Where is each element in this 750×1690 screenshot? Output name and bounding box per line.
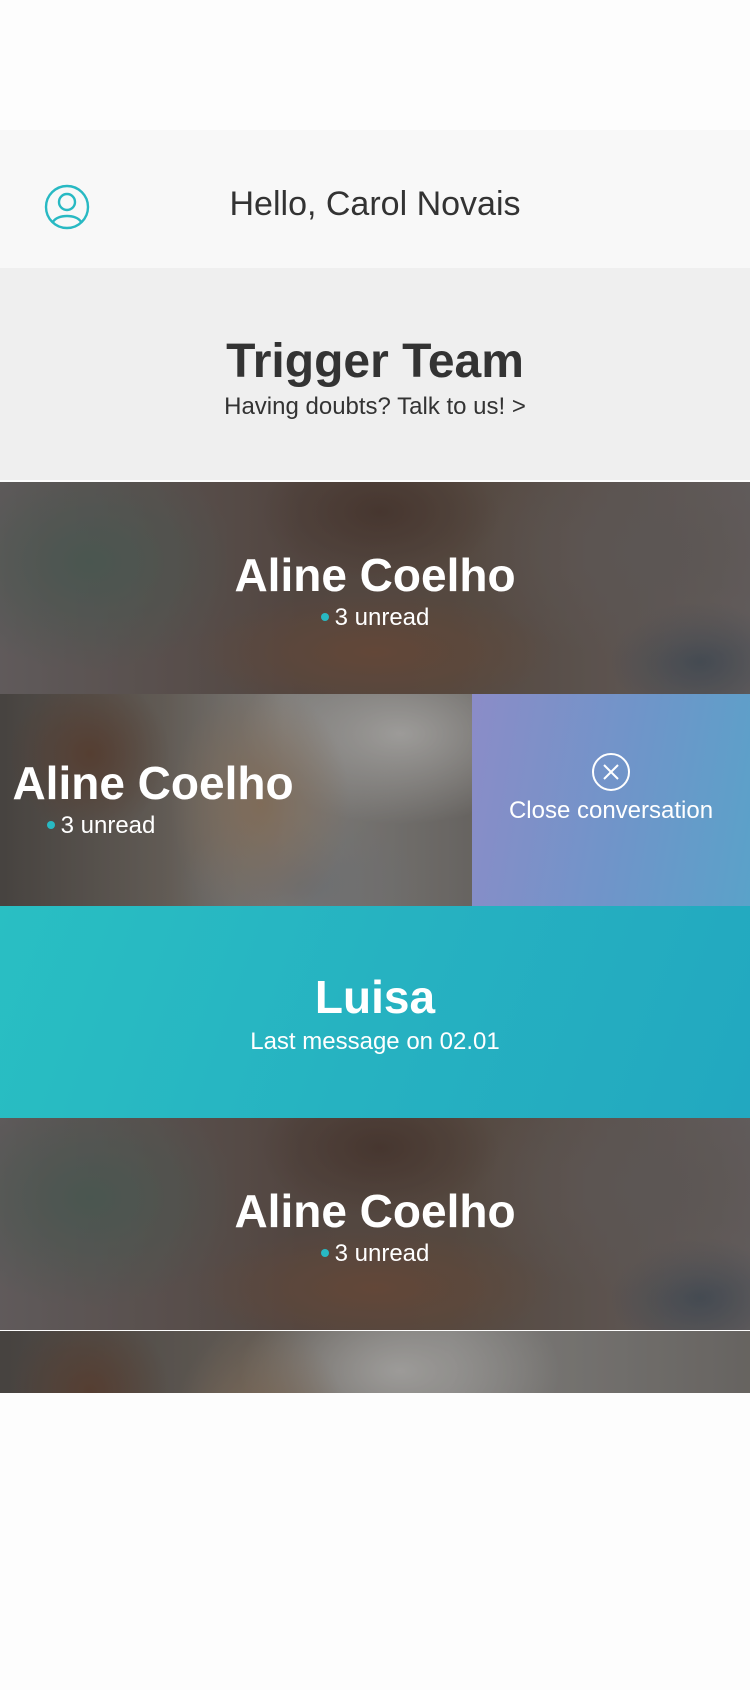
trigger-team-link[interactable]: Having doubts? Talk to us! >	[0, 390, 750, 424]
conversation-row-partial[interactable]	[0, 1331, 750, 1393]
greeting-text: Hello, Carol Novais	[229, 185, 521, 223]
unread-dot-icon	[320, 612, 329, 621]
conversation-row[interactable]: Aline Coelho 3 unread	[0, 1118, 750, 1330]
unread-status: 3 unread	[0, 810, 426, 842]
close-circle-icon	[592, 753, 630, 791]
conversation-row-swiped[interactable]: Aline Coelho 3 unread Close conversation	[0, 694, 750, 906]
conversation-row-active[interactable]: Luisa Last message on 02.01	[0, 906, 750, 1118]
swiped-row-content[interactable]: Aline Coelho 3 unread	[0, 694, 472, 906]
unread-dot-icon	[320, 1248, 329, 1257]
contact-name: Aline Coelho	[234, 1185, 516, 1237]
conversation-row[interactable]: Aline Coelho 3 unread	[0, 482, 750, 694]
contact-name: Luisa	[314, 971, 436, 1023]
close-conversation-button[interactable]: Close conversation	[472, 694, 750, 906]
unread-status: 3 unread	[0, 1238, 750, 1270]
chat-list-screen: Hello, Carol Novais Trigger Team Having …	[0, 0, 750, 1690]
contact-name: Aline Coelho	[12, 757, 294, 809]
contact-name: Aline Coelho	[234, 549, 516, 601]
trigger-team-title: Trigger Team	[226, 335, 524, 388]
unread-status: 3 unread	[0, 602, 750, 634]
unread-dot-icon	[46, 820, 55, 829]
close-conversation-label: Close conversation	[508, 797, 714, 824]
last-message-status: Last message on 02.01	[250, 1028, 500, 1055]
